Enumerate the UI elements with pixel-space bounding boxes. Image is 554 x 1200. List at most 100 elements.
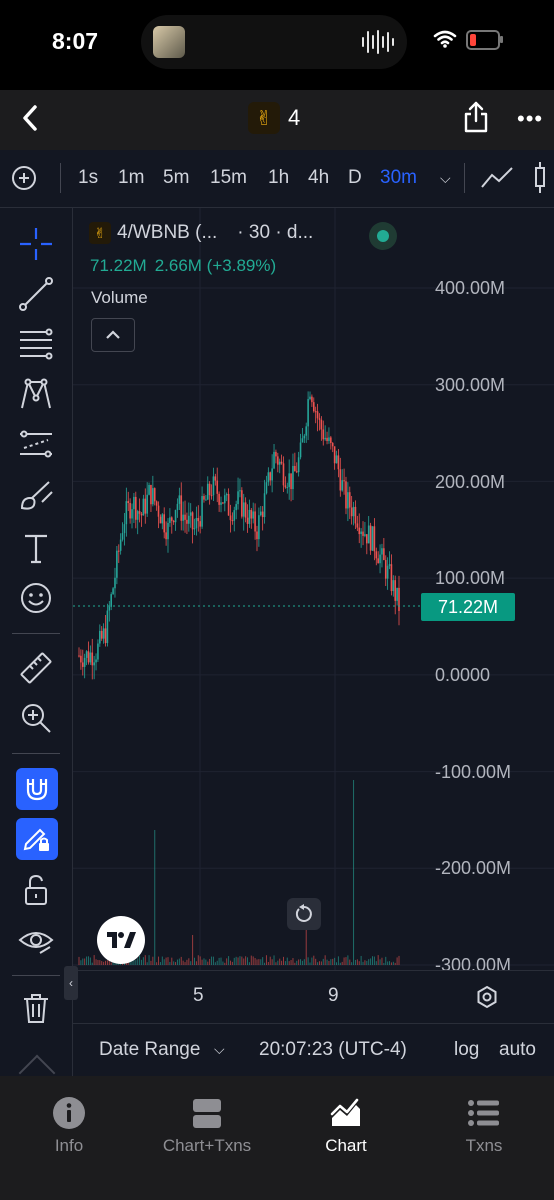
volume-bar [86, 956, 88, 965]
candle-body [110, 594, 112, 607]
tab-label: Txns [465, 1136, 503, 1155]
volume-bar [330, 959, 332, 965]
volume-label: Volume [91, 288, 148, 307]
candle-body [324, 437, 326, 440]
interval-30m-selected[interactable]: 30m [380, 167, 417, 189]
dynamic-island[interactable] [141, 15, 407, 69]
back-chevron-icon[interactable] [18, 102, 42, 134]
candle-body [326, 437, 328, 442]
candle-body [167, 522, 169, 540]
candle-body [277, 456, 279, 465]
text-tool-icon[interactable] [16, 528, 56, 568]
volume-bar [243, 958, 245, 965]
volume-bar [343, 957, 345, 965]
candle-body [116, 550, 118, 578]
volume-bar [390, 962, 392, 965]
candle-body [131, 509, 133, 519]
volume-bar [394, 962, 396, 965]
interval-dropdown-chevron-icon[interactable]: ⌵ [440, 170, 451, 187]
zoom-in-tool-icon[interactable] [16, 698, 56, 738]
crosshair-tool-icon[interactable] [16, 224, 56, 264]
more-options-icon[interactable]: ••• [517, 106, 543, 132]
candle-body [216, 480, 219, 494]
volume-bar [250, 955, 252, 965]
candle-body [223, 495, 226, 504]
trend-line-tool-icon[interactable] [16, 274, 56, 314]
tab-txns[interactable]: Txns [415, 1096, 553, 1156]
chart-legend[interactable]: ✌ 4/WBNB (... · 30 · d... [89, 222, 313, 244]
candle-chart-type-icon[interactable] [532, 162, 554, 194]
ruler-tool-icon[interactable] [16, 648, 56, 688]
tab-chart-txns[interactable]: Chart+Txns [138, 1096, 276, 1156]
pattern-tool-icon[interactable] [16, 374, 56, 414]
interval-1m[interactable]: 1m [118, 167, 144, 189]
volume-bar [194, 957, 196, 965]
candle-body [350, 507, 353, 517]
volume-bar [140, 959, 142, 965]
x-axis-label: 9 [328, 985, 339, 1006]
time-axis[interactable]: 5 9 [73, 970, 554, 1024]
magnet-mode-icon[interactable] [16, 768, 58, 810]
candle-body [358, 527, 361, 535]
volume-bar [320, 961, 322, 965]
interval-5m[interactable]: 5m [163, 167, 189, 189]
toolbar-collapse-handle[interactable]: ‹ [64, 966, 78, 1000]
collapse-legend-button[interactable] [91, 318, 135, 352]
volume-bar [182, 960, 184, 965]
candle-body [129, 502, 131, 519]
candle-body [184, 514, 186, 520]
volume-bar [326, 959, 328, 965]
timezone-clock[interactable]: 20:07:23 (UTC-4) [259, 1039, 407, 1061]
visibility-icon[interactable] [16, 920, 56, 960]
chevron-down-icon[interactable]: ⌵ [214, 1041, 225, 1058]
log-scale-toggle[interactable]: log [454, 1039, 479, 1061]
volume-bar [245, 956, 247, 965]
candle-body [392, 580, 395, 592]
tab-chart-selected[interactable]: Chart [277, 1096, 415, 1156]
candle-body [212, 476, 215, 496]
projection-tool-icon[interactable] [16, 424, 56, 464]
volume-bar [186, 959, 188, 965]
interval-4h[interactable]: 4h [308, 167, 329, 189]
share-icon[interactable] [462, 100, 490, 134]
volume-bar [290, 960, 292, 965]
volume-bar [229, 960, 231, 965]
chart-plot-area[interactable] [73, 208, 554, 970]
market-status-icon[interactable] [369, 222, 397, 250]
volume-bar [84, 958, 86, 965]
split-view-icon [193, 1099, 221, 1128]
candle-body [280, 461, 283, 464]
brush-tool-icon[interactable] [16, 476, 56, 516]
candle-body [188, 515, 190, 524]
lock-drawing-mode-icon[interactable] [16, 818, 58, 860]
candle-body [78, 655, 80, 657]
date-range-button[interactable]: Date Range [99, 1039, 200, 1061]
emoji-tool-icon[interactable] [16, 578, 56, 618]
candle-body [341, 480, 343, 491]
chart-settings-icon[interactable] [475, 985, 499, 1009]
interval-1h[interactable]: 1h [268, 167, 289, 189]
tradingview-logo-icon[interactable] [97, 916, 145, 964]
candle-body [301, 438, 304, 443]
volume-bar [360, 955, 362, 965]
add-indicator-icon[interactable] [12, 166, 36, 190]
fib-retracement-tool-icon[interactable] [16, 324, 56, 364]
auto-scale-toggle[interactable]: auto [499, 1039, 536, 1061]
volume-bar [105, 960, 107, 965]
unlock-icon[interactable] [16, 870, 56, 910]
page-title-group: ✌ 4 [248, 100, 300, 136]
trash-icon[interactable] [16, 988, 56, 1028]
interval-15m[interactable]: 15m [210, 167, 247, 189]
volume-bar [377, 955, 379, 965]
candle-body [362, 531, 364, 536]
volume-bar [260, 959, 262, 965]
price-chart[interactable]: ✌ 4/WBNB (... · 30 · d... 71.22M 2.66M (… [73, 208, 554, 1023]
interval-1s[interactable]: 1s [78, 167, 98, 189]
volume-bar [209, 958, 211, 965]
candle-body [123, 524, 126, 534]
reset-chart-button[interactable] [287, 898, 321, 930]
tab-info[interactable]: Info [0, 1096, 138, 1156]
volume-bar [163, 959, 165, 965]
line-chart-type-icon[interactable] [480, 165, 514, 191]
interval-d[interactable]: D [348, 167, 362, 189]
